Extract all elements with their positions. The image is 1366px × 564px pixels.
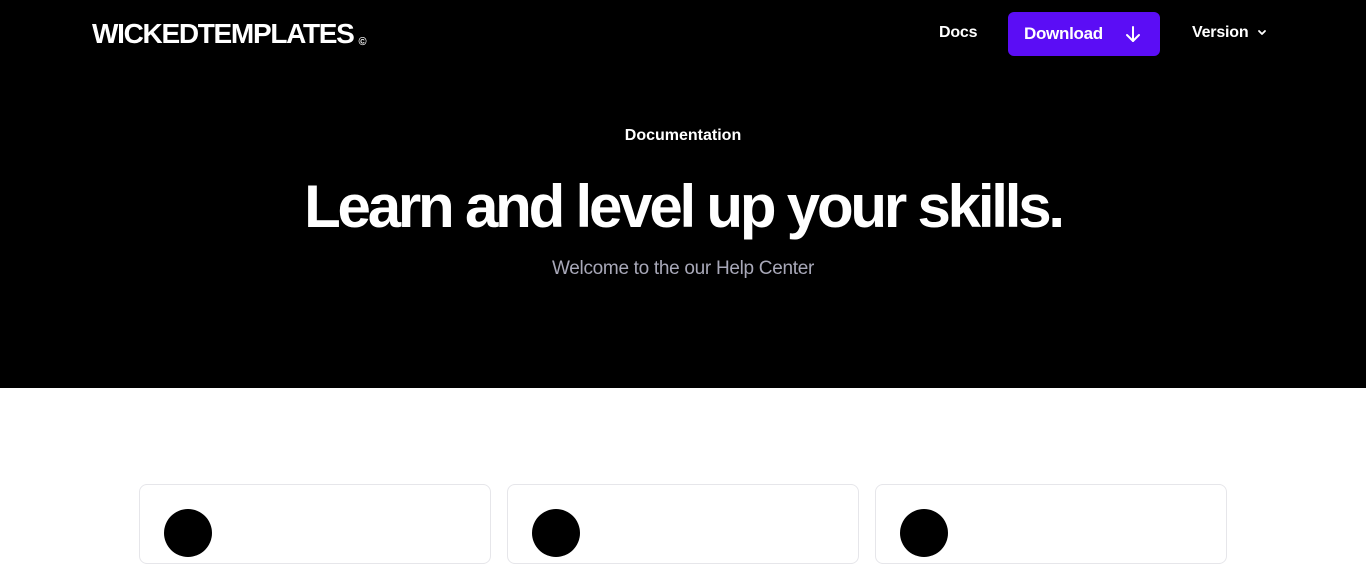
top-navigation: WICKEDTEMPLATES © Docs Download Version xyxy=(0,0,1366,68)
hero-title: Learn and level up your skills. xyxy=(304,173,1065,240)
topic-card[interactable] xyxy=(507,484,859,564)
download-button-label: Download xyxy=(1024,24,1103,43)
copyright-mark: © xyxy=(358,36,367,48)
download-button[interactable]: Download xyxy=(1008,12,1160,56)
chevron-down-icon xyxy=(1258,30,1267,35)
nav-docs-link[interactable]: Docs xyxy=(939,23,978,43)
topic-card[interactable] xyxy=(875,484,1227,564)
hero-subtitle: Welcome to the our Help Center xyxy=(551,258,815,279)
brand-logo[interactable]: WICKEDTEMPLATES © xyxy=(92,17,367,59)
card-icon-circle xyxy=(164,509,212,557)
arrow-down-icon xyxy=(1126,26,1140,42)
version-dropdown[interactable]: Version xyxy=(1192,23,1267,43)
card-icon-circle xyxy=(532,509,580,557)
brand-name: WICKEDTEMPLATES xyxy=(92,18,355,49)
hero-eyebrow: Documentation xyxy=(624,127,742,144)
card-icon-circle xyxy=(900,509,948,557)
topic-card[interactable] xyxy=(139,484,491,564)
hero-section: WICKEDTEMPLATES © Docs Download Version D… xyxy=(0,0,1366,388)
version-dropdown-label: Version xyxy=(1192,24,1249,41)
